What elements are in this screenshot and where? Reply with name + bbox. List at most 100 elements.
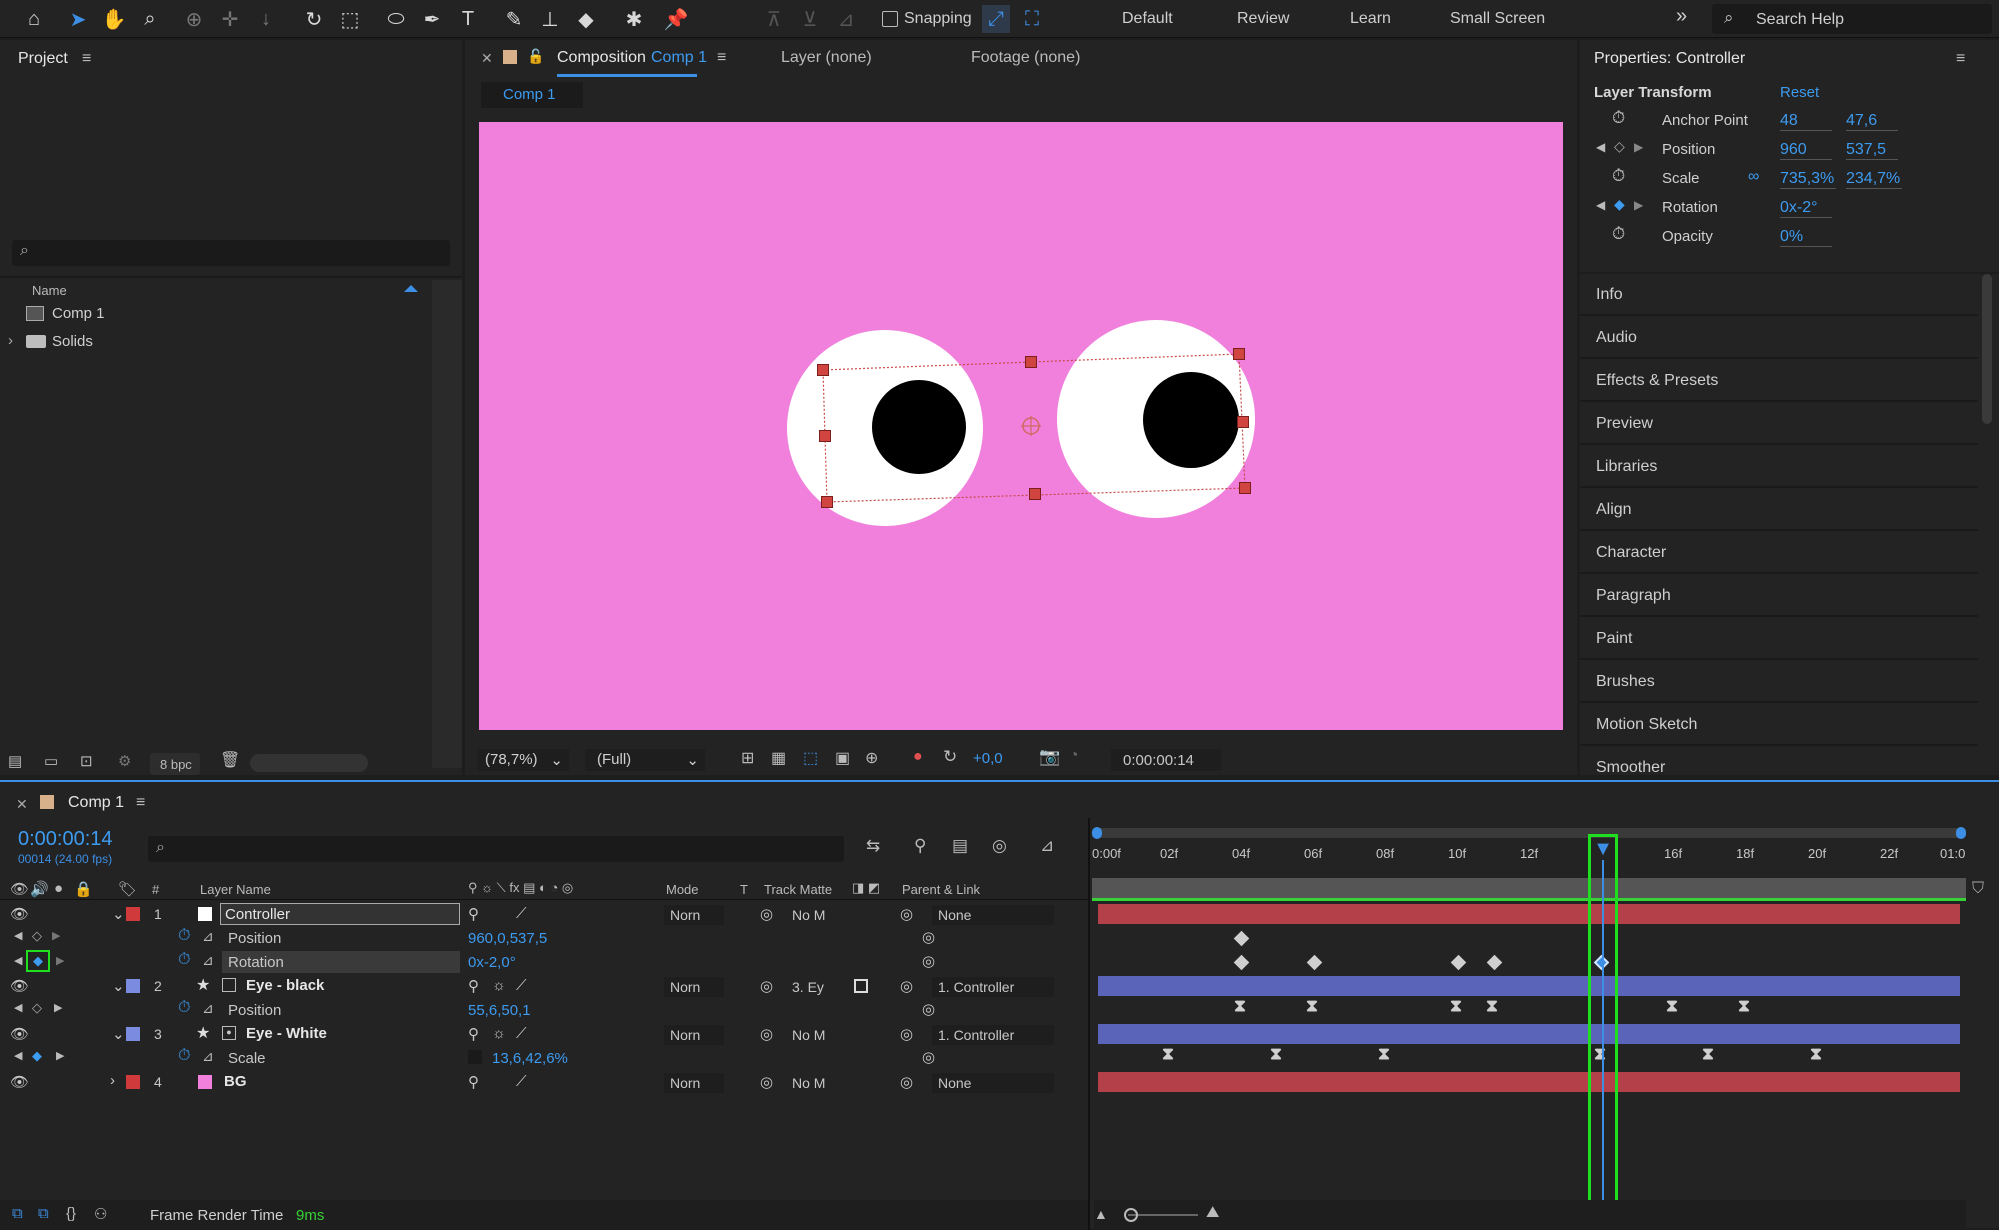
layer-label-color[interactable] xyxy=(126,907,140,921)
graph-editor-icon[interactable]: ⊿ xyxy=(1040,836,1054,856)
property-row-rotation[interactable]: ◀ ◆ ▶ ⏱ ⊿ Rotation 0x-2,0° ◎ xyxy=(0,950,1088,974)
hold-keyframe-marker[interactable]: ⧗ xyxy=(1234,996,1246,1016)
property-row-scale[interactable]: ◀ ◆ ▶ ⏱ ⊿ Scale 13,6,42,6% ◎ xyxy=(0,1046,1088,1070)
stopwatch-icon[interactable]: ⏱ xyxy=(1612,108,1625,128)
layer-name[interactable]: BG xyxy=(224,1073,247,1090)
property-row-position[interactable]: ◀ ◇ ▶ ⏱ ⊿ Position 960,0,537,5 ◎ xyxy=(0,926,1088,950)
sort-ascending-icon[interactable] xyxy=(404,285,418,292)
grid-guides-icon[interactable]: ⊕ xyxy=(865,748,878,768)
lock-icon[interactable]: 🔒 xyxy=(74,880,93,898)
magnification-dropdown[interactable]: (78,7%) ⌄ xyxy=(477,749,569,771)
timeline-divider[interactable] xyxy=(1088,818,1090,1230)
matte-link-icon[interactable]: ◎ xyxy=(760,977,773,995)
chevron-right-icon[interactable]: › xyxy=(110,1072,115,1089)
panel-paragraph[interactable]: Paragraph xyxy=(1580,575,1978,617)
shy-switch-icon[interactable]: ⚲ xyxy=(468,905,479,923)
mode-dropdown[interactable]: Norn xyxy=(664,977,724,997)
layer-row-eye-white[interactable]: 👁 ⌄ 3 ★ ● Eye - White ⚲ ☼ ⟋ Norn ◎ No M … xyxy=(0,1022,1088,1046)
hold-keyframe-marker[interactable]: ⧗ xyxy=(1450,996,1462,1016)
project-item-comp1[interactable]: Comp 1 ⚏ xyxy=(0,302,462,326)
snapshot-camera-icon[interactable]: 📷 xyxy=(1039,747,1060,767)
panel-character[interactable]: Character xyxy=(1580,532,1978,574)
parent-dropdown[interactable]: 1. Controller xyxy=(932,1025,1054,1045)
align-2-icon[interactable]: ⊻ xyxy=(796,5,824,33)
collapse-switch-icon[interactable]: ☼ xyxy=(492,1025,506,1042)
ellipse-tool-icon[interactable]: ⬭ xyxy=(382,5,410,33)
shy-switch-icon[interactable]: ⚲ xyxy=(468,1073,479,1091)
project-menu-icon[interactable]: ≡ xyxy=(82,50,91,68)
transform-handle[interactable] xyxy=(1239,482,1251,494)
property-value[interactable]: 0x-2,0° xyxy=(468,954,516,971)
keyframe-diamond-icon[interactable]: ◇ xyxy=(32,1000,42,1016)
expression-pick-whip-icon[interactable]: ◎ xyxy=(922,952,935,970)
pan-tool-icon[interactable]: ✛ xyxy=(216,5,244,33)
video-icon[interactable]: 👁 xyxy=(10,880,29,898)
mode-dropdown[interactable]: Norn xyxy=(664,1025,724,1045)
transform-handle[interactable] xyxy=(1237,416,1249,428)
chevron-down-icon[interactable]: ⌄ xyxy=(112,1025,125,1043)
timeline-menu-icon[interactable]: ≡ xyxy=(136,794,145,812)
new-comp-icon[interactable]: ⊡ xyxy=(80,752,93,770)
project-search-input[interactable]: ⌕ xyxy=(12,240,450,266)
prev-keyframe-icon[interactable]: ◀ xyxy=(14,954,22,967)
prev-keyframe-icon[interactable]: ◀ xyxy=(1596,140,1605,154)
layer-row-eye-black[interactable]: 👁 ⌄ 2 ★ Eye - black ⚲ ☼ ⟋ Norn ◎ 3. Ey ◎… xyxy=(0,974,1088,998)
layer-bar-eye-white[interactable] xyxy=(1098,1024,1960,1044)
keyframe-diamond-icon[interactable]: ◇ xyxy=(1614,138,1625,155)
panel-libraries[interactable]: Libraries xyxy=(1580,446,1978,488)
type-tool-icon[interactable]: T xyxy=(454,5,482,33)
align-3-icon[interactable]: ⊿ xyxy=(832,5,860,33)
position-x[interactable]: 960 xyxy=(1780,141,1832,160)
panel-info[interactable]: Info xyxy=(1580,274,1978,316)
anchor-point-y[interactable]: 47,6 xyxy=(1846,112,1898,131)
graph-icon[interactable]: ⊿ xyxy=(202,952,214,969)
mask-visibility-icon[interactable]: ⬚ xyxy=(803,748,818,768)
pick-whip-icon[interactable]: ◎ xyxy=(900,1025,913,1043)
expression-pick-whip-icon[interactable]: ◎ xyxy=(922,1048,935,1066)
alpha-matte-icon[interactable] xyxy=(854,979,868,993)
work-area-bar[interactable] xyxy=(1092,878,1966,900)
hold-keyframe-marker[interactable]: ⧗ xyxy=(1378,1044,1390,1064)
comp-mini-flowchart-icon[interactable]: ⇆ xyxy=(866,836,880,856)
hold-keyframe-marker[interactable]: ⧗ xyxy=(1666,996,1678,1016)
graph-icon[interactable]: ⊿ xyxy=(202,928,214,945)
keyframe-marker[interactable] xyxy=(1486,954,1503,971)
align-icon[interactable]: ⊼ xyxy=(760,5,788,33)
project-column-name[interactable]: Name xyxy=(32,283,67,298)
pen-tool-icon[interactable]: ✒ xyxy=(418,5,446,33)
next-keyframe-icon[interactable]: ▶ xyxy=(1634,198,1643,212)
transform-handle[interactable] xyxy=(1029,488,1041,500)
workspace-review[interactable]: Review xyxy=(1237,10,1289,28)
constrain-proportions-icon[interactable] xyxy=(468,1050,482,1064)
panel-brushes[interactable]: Brushes xyxy=(1580,661,1978,703)
clone-stamp-icon[interactable]: ⊥ xyxy=(536,5,564,33)
snapping-checkbox[interactable] xyxy=(882,11,898,27)
collapse-transform-icon[interactable] xyxy=(222,978,236,992)
rotation-value[interactable]: 0x-2° xyxy=(1780,199,1832,218)
comp-marker-bin-icon[interactable]: ⛉ xyxy=(1972,880,1984,898)
lock-icon[interactable]: 🔓 xyxy=(527,48,544,65)
close-tab-icon[interactable]: ✕ xyxy=(16,796,28,813)
eye-icon[interactable]: 👁 xyxy=(10,1025,29,1043)
matte-link-icon[interactable]: ◎ xyxy=(760,1073,773,1091)
next-keyframe-icon[interactable]: ▶ xyxy=(56,954,64,967)
panel-audio[interactable]: Audio xyxy=(1580,317,1978,359)
panel-align[interactable]: Align xyxy=(1580,489,1978,531)
panel-motion-sketch[interactable]: Motion Sketch xyxy=(1580,704,1978,746)
stopwatch-icon[interactable]: ⏱ xyxy=(178,999,190,1017)
hold-keyframe-marker[interactable]: ⧗ xyxy=(1162,1044,1174,1064)
brush-tool-icon[interactable]: ✎ xyxy=(500,5,528,33)
dolly-tool-icon[interactable]: ↓ xyxy=(252,5,280,33)
matte-link-icon[interactable]: ◎ xyxy=(760,1025,773,1043)
keyframe-marker[interactable] xyxy=(1306,954,1323,971)
project-scrollbar[interactable] xyxy=(432,280,462,768)
pick-whip-icon[interactable]: ◎ xyxy=(900,905,913,923)
search-help[interactable]: ⌕ Search Help xyxy=(1712,4,1992,34)
parent-dropdown[interactable]: None xyxy=(932,905,1054,925)
position-y[interactable]: 537,5 xyxy=(1846,141,1898,160)
transform-handle[interactable] xyxy=(1025,356,1037,368)
layer-name[interactable]: Eye - black xyxy=(246,977,324,994)
selection-tool-icon[interactable]: ➤ xyxy=(64,5,92,33)
scale-x[interactable]: 735,3% xyxy=(1780,170,1836,189)
transform-handle[interactable] xyxy=(821,496,833,508)
